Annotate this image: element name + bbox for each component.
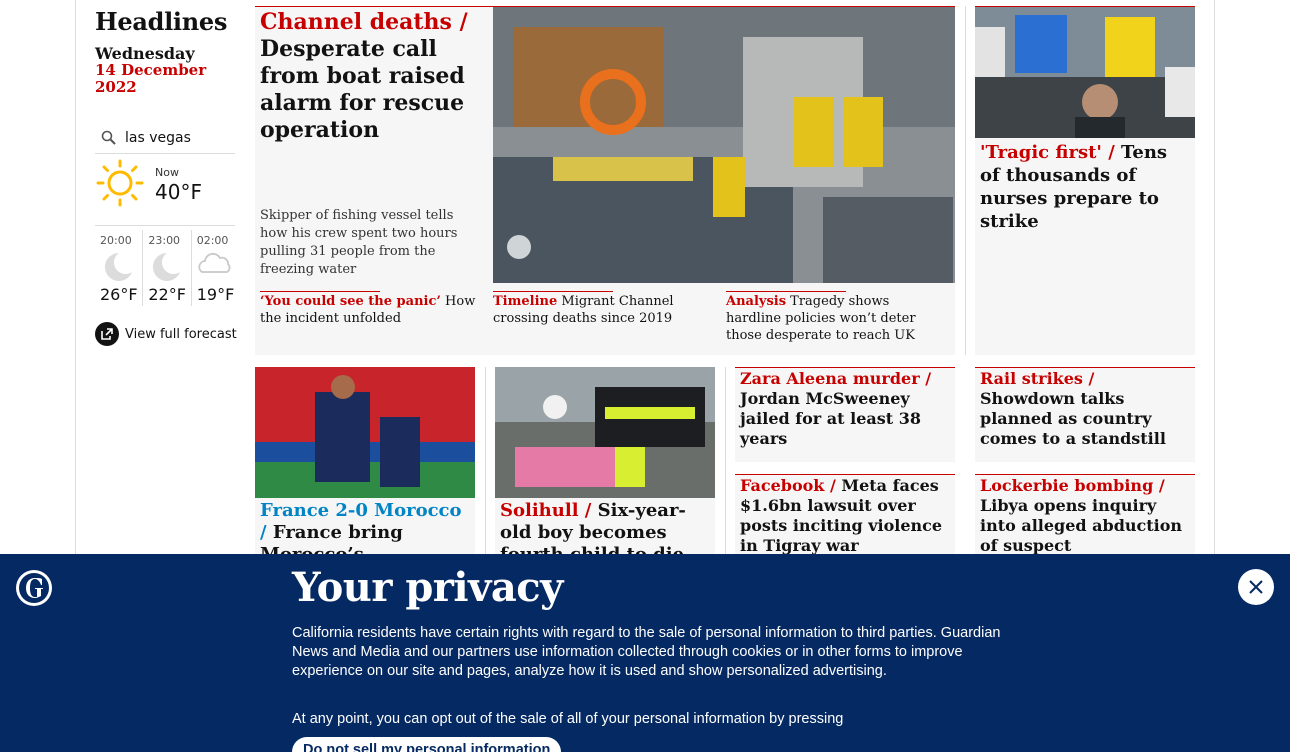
solihull-story[interactable]: Solihull / Six-year-old boy becomes four… [495, 367, 715, 587]
solihull-image[interactable] [495, 367, 715, 498]
cloud-icon [198, 252, 231, 273]
rescue-boat-image[interactable] [493, 7, 955, 283]
date-day: Wednesday [95, 44, 195, 63]
text-story[interactable]: Lockerbie bombing / Libya opens inquiry … [975, 474, 1195, 564]
search-icon [101, 130, 116, 145]
weather-now: Now 40°F [95, 158, 235, 226]
moon-icon [153, 252, 181, 281]
story-headline[interactable]: Zara Aleena murder / Jordan McSweeney ja… [735, 368, 955, 450]
text-story[interactable]: Facebook / Meta faces $1.6bn lawsuit ove… [735, 474, 955, 564]
do-not-sell-button[interactable]: Do not sell my personal information [292, 737, 562, 752]
hourly-forecast: 20:00 26°F 23:00 22°F 02:00 19°F [95, 230, 240, 306]
external-link-icon [95, 322, 119, 346]
sublink[interactable]: Timeline Migrant Channel crossing deaths… [493, 291, 708, 327]
weather-location: las vegas [125, 129, 191, 146]
story-kicker: Lockerbie bombing / [980, 476, 1165, 495]
forecast-time: 20:00 [100, 234, 132, 247]
column-divider [485, 367, 486, 567]
sun-icon [96, 159, 144, 207]
story-kicker: Zara Aleena murder / [740, 369, 932, 388]
sublink[interactable]: ‘You could see the panic’ How the incide… [260, 291, 480, 327]
story-headline[interactable]: Facebook / Meta faces $1.6bn lawsuit ove… [735, 475, 955, 557]
view-full-forecast-link[interactable]: View full forecast [95, 322, 237, 346]
protest-image[interactable] [975, 7, 1195, 138]
close-button[interactable] [1238, 569, 1274, 605]
sublink-kicker: ‘You could see the panic’ [260, 294, 441, 309]
forecast-time: 02:00 [196, 234, 229, 247]
privacy-text-2: At any point, you can opt out of the sal… [292, 711, 844, 727]
story-kicker: Facebook / [740, 476, 836, 495]
forecast-time: 23:00 [148, 234, 181, 247]
close-icon [1249, 580, 1263, 594]
sublink-kicker: Analysis [726, 294, 787, 309]
moon-icon [104, 252, 132, 281]
forecast-item: 02:00 19°F [192, 230, 240, 306]
privacy-banner: Your privacy California residents have c… [0, 554, 1290, 752]
story-headline[interactable]: Rail strikes / Showdown talks planned as… [975, 368, 1195, 450]
now-temperature: 40°F [155, 180, 202, 204]
top-story[interactable]: Channel deaths / Desperate call from boa… [255, 6, 955, 355]
story-title: Showdown talks planned as country comes … [980, 389, 1166, 448]
sublink-kicker: Timeline [493, 294, 558, 309]
forecast-item: 20:00 26°F [95, 230, 144, 306]
privacy-text: California residents have certain rights… [292, 625, 1001, 679]
top-story-title: Desperate call from boat raised alarm fo… [260, 36, 465, 143]
date-full: 14 December 2022 [95, 61, 207, 96]
now-label: Now [155, 166, 179, 179]
top-story-standfirst: Skipper of fishing vessel tells how his … [260, 208, 458, 277]
top-story-kicker: Channel deaths / [260, 9, 468, 35]
story-title: Jordan McSweeney jailed for at least 38 … [740, 389, 921, 448]
france-story[interactable]: France 2-0 Morocco / France bring Morocc… [255, 367, 475, 567]
forecast-temperature: 22°F [148, 285, 186, 304]
story-kicker: Rail strikes / [980, 369, 1095, 388]
forecast-temperature: 26°F [100, 285, 138, 304]
column-divider [725, 367, 726, 567]
sublink[interactable]: Analysis Tragedy shows hardline policies… [726, 291, 946, 344]
forecast-item: 23:00 22°F [143, 230, 192, 306]
top-story-headline[interactable]: Channel deaths / Desperate call from boa… [260, 9, 490, 144]
nurses-kicker: 'Tragic first' / [980, 142, 1115, 163]
football-image[interactable] [255, 367, 475, 498]
nurses-story[interactable]: 'Tragic first' / Tens of thousands of nu… [975, 6, 1195, 355]
weather-location-search[interactable]: las vegas [95, 122, 235, 154]
full-forecast-label: View full forecast [125, 326, 237, 342]
column-divider [965, 6, 966, 355]
text-story[interactable]: Zara Aleena murder / Jordan McSweeney ja… [735, 367, 955, 462]
guardian-logo-icon [16, 570, 52, 606]
nurses-headline[interactable]: 'Tragic first' / Tens of thousands of nu… [980, 141, 1190, 233]
story-title: Libya opens inquiry into alleged abducti… [980, 496, 1183, 555]
section-title: Headlines [95, 7, 228, 36]
forecast-temperature: 19°F [196, 285, 235, 304]
text-story[interactable]: Rail strikes / Showdown talks planned as… [975, 367, 1195, 462]
privacy-title: Your privacy [292, 564, 563, 611]
solihull-kicker: Solihull / [500, 500, 592, 521]
sidebar: Headlines Wednesday 14 December 2022 las… [95, 0, 240, 346]
story-headline[interactable]: Lockerbie bombing / Libya opens inquiry … [975, 475, 1195, 557]
